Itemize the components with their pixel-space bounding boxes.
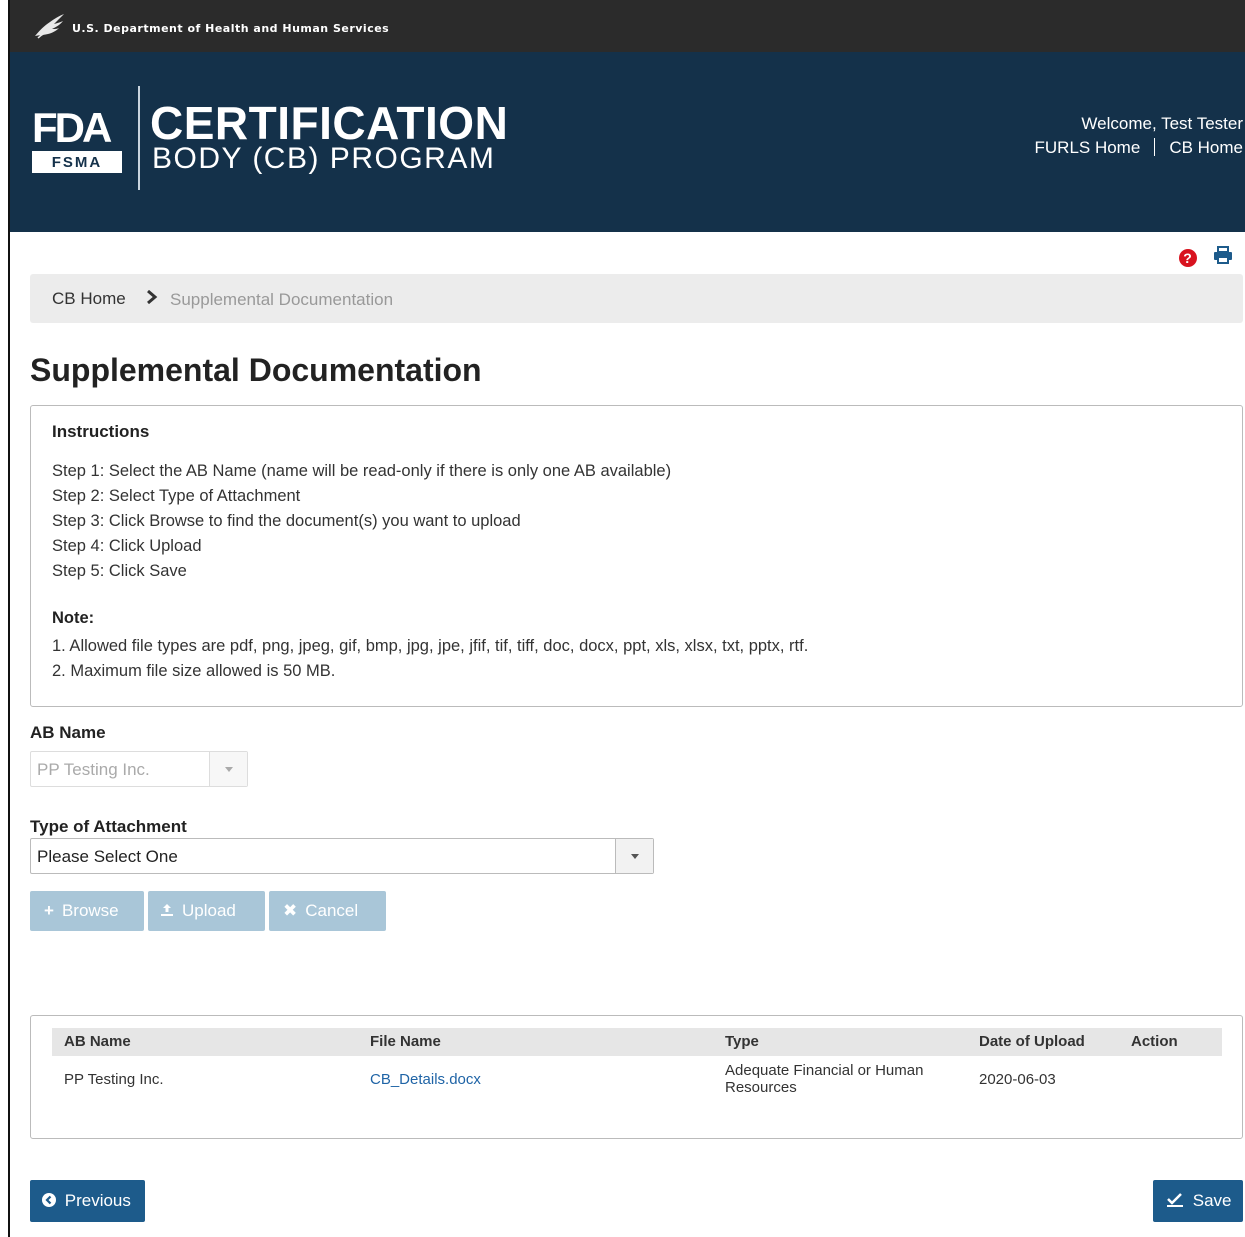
- breadcrumb-current: Supplemental Documentation: [170, 290, 394, 309]
- column-header-ab-name: AB Name: [64, 1033, 131, 1050]
- row-ab-name: PP Testing Inc.: [64, 1071, 164, 1088]
- instruction-step: Step 1: Select the AB Name (name will be…: [52, 462, 672, 480]
- column-header-date: Date of Upload: [979, 1033, 1085, 1050]
- note-item: 1. Allowed file types are pdf, png, jpeg…: [52, 637, 809, 655]
- type-of-attachment-select[interactable]: Please Select One: [30, 838, 654, 874]
- caret-down-icon: [631, 854, 639, 859]
- hhs-eagle-icon: [35, 14, 64, 39]
- row-type: Adequate Financial or Human Resources: [725, 1062, 923, 1096]
- program-subtitle: BODY (CB) PROGRAM: [152, 142, 496, 175]
- nav-separator: [1154, 138, 1156, 156]
- fsma-logo-text: FSMA: [52, 154, 103, 171]
- instruction-steps: Step 1: Select the AB Name (name will be…: [52, 459, 671, 584]
- hhs-top-bar: U.S. Department of Health and Human Serv…: [10, 0, 1245, 52]
- instructions-heading: Instructions: [52, 422, 150, 441]
- breadcrumb-home-link[interactable]: CB Home: [52, 289, 126, 309]
- save-button-label: Save: [1192, 1191, 1232, 1210]
- table-header: AB Name File Name Type Date of Upload Ac…: [52, 1028, 1222, 1056]
- check-icon: [1166, 1191, 1193, 1210]
- ab-name-select[interactable]: PP Testing Inc.: [30, 751, 248, 787]
- instruction-step: Step 2: Select Type of Attachment: [52, 487, 301, 505]
- column-header-type: Type: [725, 1033, 759, 1050]
- column-header-action: Action: [1131, 1033, 1178, 1050]
- previous-button[interactable]: Previous: [30, 1180, 145, 1222]
- browse-button-label: Browse: [61, 901, 119, 920]
- type-of-attachment-label: Type of Attachment: [30, 817, 187, 836]
- breadcrumb: CB Home Supplemental Documentation: [30, 274, 1243, 323]
- row-date: 2020-06-03: [979, 1071, 1056, 1088]
- header-nav: FURLS Home CB Home: [1035, 138, 1243, 158]
- instruction-step: Step 5: Click Save: [52, 562, 187, 580]
- instructions-panel: Instructions Step 1: Select the AB Name …: [30, 405, 1243, 707]
- upload-button-label: Upload: [182, 901, 236, 920]
- notes: 1. Allowed file types are pdf, png, jpeg…: [52, 634, 808, 684]
- cb-home-link[interactable]: CB Home: [1169, 138, 1243, 157]
- banner-divider: [138, 86, 140, 190]
- attachments-table: AB Name File Name Type Date of Upload Ac…: [30, 1015, 1243, 1139]
- header-banner: FDA FSMA CERTIFICATION BODY (CB) PROGRAM…: [10, 52, 1245, 232]
- dropdown-arrow: [615, 839, 653, 873]
- fda-fsma-logo: FDA FSMA: [32, 104, 124, 174]
- cancel-button-label: Cancel: [305, 901, 359, 920]
- agency-name: U.S. Department of Health and Human Serv…: [72, 22, 390, 35]
- dropdown-arrow: [209, 752, 247, 786]
- caret-down-icon: [225, 767, 233, 772]
- instruction-step: Step 3: Click Browse to find the documen…: [52, 512, 521, 530]
- page-tools: ?: [1178, 246, 1233, 269]
- page-title: Supplemental Documentation: [30, 352, 482, 388]
- close-icon: ✖: [283, 901, 298, 920]
- save-button[interactable]: Save: [1153, 1180, 1243, 1222]
- column-header-file-name: File Name: [370, 1033, 441, 1050]
- fda-logo-text: FDA: [32, 104, 112, 151]
- type-of-attachment-value: Please Select One: [37, 847, 178, 866]
- cancel-button[interactable]: ✖ Cancel: [269, 891, 386, 931]
- upload-button[interactable]: Upload: [148, 891, 265, 931]
- plus-icon: +: [44, 901, 54, 920]
- row-type-line: Adequate Financial or Human: [725, 1062, 924, 1079]
- row-file-link[interactable]: CB_Details.docx: [370, 1071, 481, 1088]
- note-item: 2. Maximum file size allowed is 50 MB.: [52, 662, 336, 680]
- chevron-right-icon: [146, 289, 158, 309]
- previous-button-label: Previous: [64, 1191, 131, 1210]
- upload-icon: [160, 891, 174, 931]
- help-icon[interactable]: ?: [1178, 248, 1197, 267]
- chevron-left-circle-icon: [42, 1191, 65, 1210]
- browse-button[interactable]: + Browse: [30, 891, 144, 931]
- ab-name-label: AB Name: [30, 723, 106, 742]
- instruction-step: Step 4: Click Upload: [52, 537, 202, 555]
- ab-name-value: PP Testing Inc.: [37, 760, 150, 779]
- print-icon[interactable]: [1213, 246, 1233, 269]
- row-type-line: Resources: [725, 1079, 797, 1096]
- note-heading: Note:: [52, 609, 95, 627]
- welcome-message: Welcome, Test Tester: [1081, 114, 1243, 133]
- furls-home-link[interactable]: FURLS Home: [1035, 138, 1141, 157]
